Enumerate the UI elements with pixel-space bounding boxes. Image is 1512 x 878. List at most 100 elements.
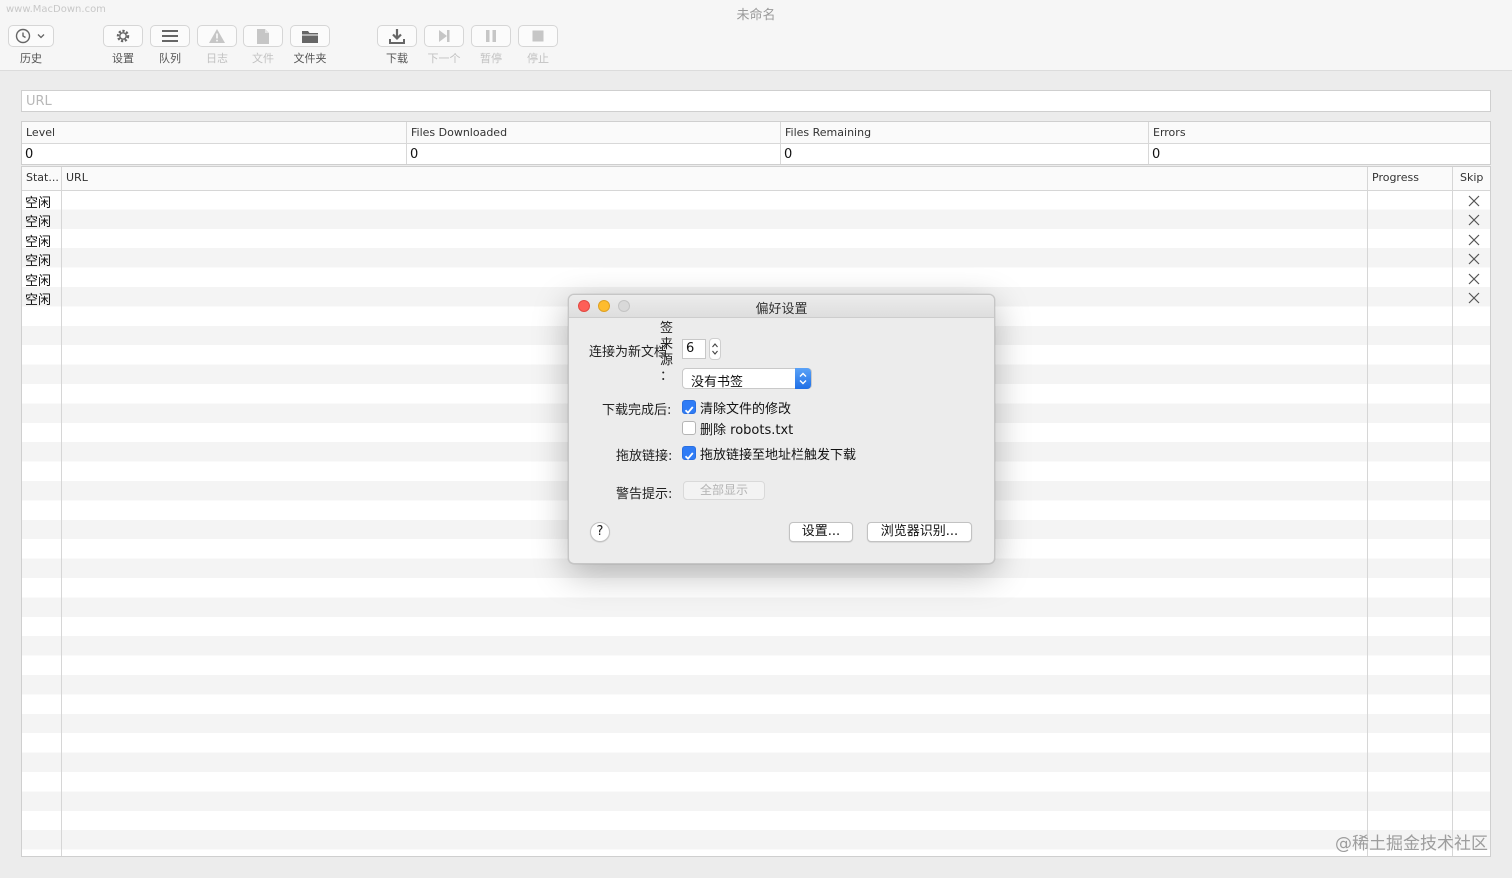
stat-files-remaining: Files Remaining 0 [781, 122, 1149, 164]
stat-level: Level 0 [22, 122, 407, 164]
document-icon [257, 28, 269, 44]
clear-modifications-label[interactable]: 清除文件的修改 [700, 398, 791, 417]
after-download-label: 下载完成后: [602, 403, 672, 418]
file-button[interactable] [243, 25, 283, 47]
stepper-arrows-icon [712, 343, 718, 355]
bookmark-source-value: 没有书签 [691, 375, 744, 390]
stat-header-level: Level [22, 122, 406, 144]
stat-header-files-downloaded: Files Downloaded [407, 122, 780, 144]
connections-stepper[interactable] [709, 338, 721, 360]
column-header-skip[interactable]: Skip [1460, 171, 1483, 184]
popup-arrows [795, 368, 811, 389]
row-status: 空闲 [25, 215, 52, 231]
history-button[interactable] [8, 25, 54, 47]
toolbar-stop[interactable]: 停止 [518, 25, 558, 66]
pause-icon [486, 30, 496, 42]
next-button[interactable] [424, 25, 464, 47]
toolbar-next[interactable]: 下一个 [424, 25, 464, 66]
stats-table: Level 0 Files Downloaded 0 Files Remaini… [21, 121, 1491, 165]
column-header-status[interactable]: Stat... [26, 171, 59, 184]
watermark: @稀土掘金技术社区 [1335, 834, 1488, 854]
alerts-label: 警告提示: [616, 487, 673, 502]
settings-dialog-button[interactable]: 设置... [789, 522, 853, 542]
folder-button[interactable] [290, 25, 330, 47]
stat-files-downloaded: Files Downloaded 0 [407, 122, 781, 164]
toolbar-download[interactable]: 下载 [377, 25, 417, 66]
close-icon[interactable] [1466, 251, 1482, 267]
stat-header-files-remaining: Files Remaining [781, 122, 1148, 144]
toolbar-file-label: 文件 [252, 52, 274, 65]
stop-icon [532, 30, 544, 42]
drag-links-option-label[interactable]: 拖放链接至地址栏触发下载 [700, 444, 856, 463]
bookmark-source-label-char: ： [660, 369, 674, 384]
stat-value-files-remaining: 0 [784, 147, 793, 162]
stat-errors: Errors 0 [1149, 122, 1490, 164]
toolbar-queue-label: 队列 [159, 52, 181, 65]
folder-icon [302, 30, 318, 43]
stop-button[interactable] [518, 25, 558, 47]
column-header-progress[interactable]: Progress [1372, 171, 1419, 184]
toolbar-settings-label: 设置 [112, 52, 134, 65]
toolbar-folder[interactable]: 文件夹 [290, 25, 330, 66]
dialog-title: 偏好设置 [755, 302, 808, 317]
toolbar-folder-label: 文件夹 [293, 52, 327, 65]
warning-icon [209, 29, 225, 43]
toolbar-file[interactable]: 文件 [243, 25, 283, 66]
bookmark-source-label-char: 签 [660, 321, 674, 336]
download-icon [389, 28, 405, 44]
toolbar-history-label: 历史 [20, 52, 42, 65]
bookmark-source-label: 签 来 源 ： [660, 321, 673, 385]
close-icon[interactable] [1466, 290, 1482, 306]
gear-icon [116, 29, 130, 43]
row-status: 空闲 [25, 196, 52, 211]
close-icon[interactable] [1466, 193, 1482, 209]
close-icon[interactable] [1466, 212, 1482, 228]
table-row[interactable]: 空闲 [22, 191, 1490, 211]
table-header: Stat... URL Progress Skip [22, 167, 1490, 191]
queue-button[interactable] [150, 25, 190, 47]
table-row[interactable]: 空闲 [22, 249, 1490, 269]
table-row[interactable]: 空闲 [22, 269, 1490, 289]
table-row[interactable]: 空闲 [22, 230, 1490, 250]
browser-identification-button[interactable]: 浏览器识别... [867, 522, 972, 542]
skip-forward-icon [439, 30, 450, 42]
connections-field[interactable]: 6 [682, 339, 706, 359]
row-status: 空闲 [25, 273, 52, 289]
url-input[interactable] [21, 90, 1491, 112]
settings-button[interactable] [103, 25, 143, 47]
list-icon [162, 30, 178, 42]
log-button[interactable] [197, 25, 237, 47]
stat-value-errors: 0 [1152, 147, 1161, 162]
window-titlebar: www.MacDown.com 未命名 历史 设置 队列 日志 文件 文件夹 下… [0, 0, 1512, 71]
table-row[interactable]: 空闲 [22, 210, 1490, 231]
toolbar-pause-label: 暂停 [480, 52, 502, 65]
window-title: 未命名 [736, 8, 776, 23]
download-button[interactable] [377, 25, 417, 47]
toolbar-download-label: 下载 [386, 52, 408, 65]
connections-label: 连接为新文档 [589, 345, 668, 360]
clock-icon [15, 28, 45, 44]
checkmark-icon [684, 406, 694, 415]
bookmark-source-label-char: 源 [660, 353, 674, 368]
close-icon[interactable] [1466, 232, 1482, 248]
toolbar-log-label: 日志 [206, 52, 228, 65]
pause-button[interactable] [471, 25, 511, 47]
show-all-alerts-button[interactable]: 全部显示 [683, 481, 765, 500]
close-icon[interactable] [1466, 271, 1482, 287]
preferences-dialog: 偏好设置 连接为新文档 6 签 来 源 ： 没有书签 下载完成后: 清除文件的修… [568, 294, 995, 564]
bookmark-source-select[interactable]: 没有书签 [682, 368, 812, 390]
row-status: 空闲 [25, 234, 52, 250]
delete-robots-checkbox[interactable] [682, 421, 696, 435]
toolbar-log[interactable]: 日志 [197, 25, 237, 66]
column-header-url[interactable]: URL [66, 171, 88, 184]
help-button[interactable]: ? [590, 522, 610, 542]
delete-robots-label[interactable]: 删除 robots.txt [700, 419, 793, 438]
toolbar-queue[interactable]: 队列 [150, 25, 190, 66]
drag-links-label: 拖放链接: [616, 449, 673, 464]
toolbar-settings[interactable]: 设置 [103, 25, 143, 66]
clear-modifications-checkbox[interactable] [682, 400, 696, 415]
toolbar-pause[interactable]: 暂停 [471, 25, 511, 66]
drag-links-checkbox[interactable] [682, 446, 696, 461]
toolbar-history[interactable]: 历史 [8, 25, 54, 66]
toolbar-next-label: 下一个 [427, 52, 461, 65]
